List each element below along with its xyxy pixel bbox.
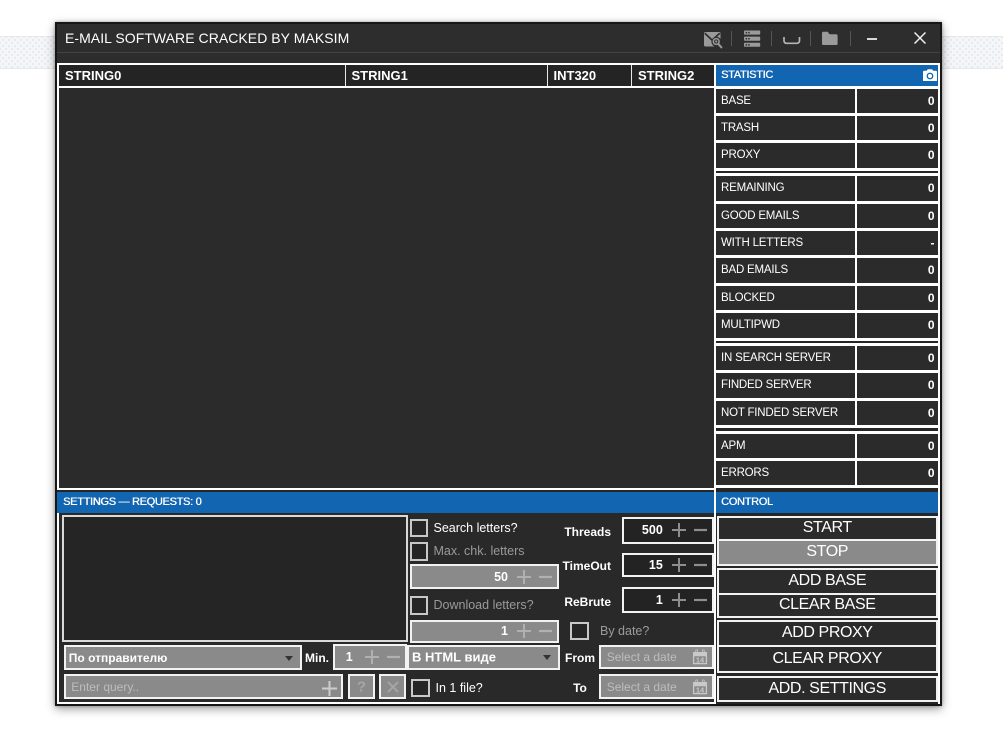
svg-text:14: 14 xyxy=(696,685,705,694)
svg-text:14: 14 xyxy=(696,656,705,665)
